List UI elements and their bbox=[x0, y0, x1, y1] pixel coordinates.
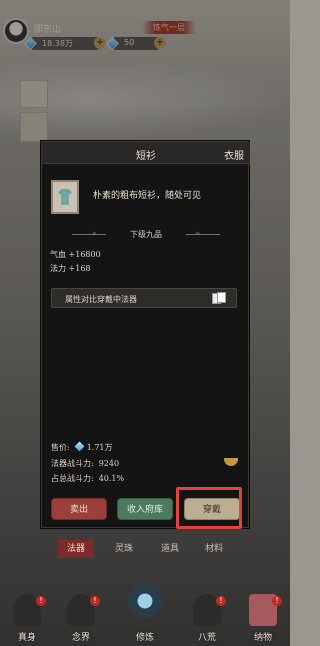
nav-cultivate[interactable]: 修炼 bbox=[110, 584, 180, 646]
divider bbox=[186, 234, 220, 235]
alert-badge: ! bbox=[272, 596, 282, 606]
price-label: 售价: bbox=[51, 443, 70, 452]
alert-badge: ! bbox=[90, 596, 100, 606]
nav-mind-realm[interactable]: ! 念界 bbox=[54, 590, 108, 646]
power-row: 法器战斗力: 9240 bbox=[51, 458, 119, 469]
tab-items[interactable]: 道具 bbox=[152, 540, 188, 558]
item-icon-frame bbox=[51, 180, 79, 214]
alert-badge: ! bbox=[36, 596, 46, 606]
compare-button[interactable]: 属性对比穿戴中法器 bbox=[51, 288, 237, 308]
sell-button[interactable]: 卖出 bbox=[51, 498, 107, 520]
nav-label: 修炼 bbox=[135, 633, 154, 643]
item-grade: « 下级九品 » bbox=[62, 228, 230, 241]
item-description: 朴素的粗布短衫，随处可见 bbox=[93, 191, 202, 201]
nav-label: 真身 bbox=[17, 633, 36, 643]
nav-inventory[interactable]: ! 纳物 bbox=[236, 590, 290, 646]
shirt-icon bbox=[58, 189, 72, 205]
power-value: 9240 bbox=[98, 459, 120, 468]
compare-cards-icon bbox=[212, 292, 226, 305]
inventory-tabs: 法器 灵珠 道具 材料 bbox=[52, 540, 242, 558]
stat-hp: 气血 +16800 bbox=[50, 250, 101, 259]
share-label: 占总战斗力: bbox=[51, 474, 94, 483]
tab-equipment[interactable]: 法器 bbox=[58, 540, 94, 558]
tab-orbs[interactable]: 灵珠 bbox=[106, 540, 142, 558]
item-detail-dialog: 短衫 衣服 朴素的粗布短衫，随处可见 « 下级九品 » 气血 +16800 法力… bbox=[41, 141, 250, 528]
nav-wilds[interactable]: ! 八荒 bbox=[180, 590, 234, 646]
nav-label: 纳物 bbox=[253, 633, 272, 643]
cultivation-orb-icon bbox=[128, 584, 162, 618]
item-category: 衣服 bbox=[224, 151, 244, 162]
item-name: 短衫 bbox=[136, 151, 156, 162]
tab-materials[interactable]: 材料 bbox=[196, 540, 232, 558]
wear-button-highlight bbox=[176, 487, 242, 529]
dialog-title-bar: 短衫 衣服 bbox=[42, 142, 250, 164]
stat-mana: 法力 +168 bbox=[50, 264, 91, 273]
share-value: 40.1% bbox=[98, 474, 125, 483]
share-row: 占总战斗力: 40.1% bbox=[51, 473, 124, 484]
price-row: 售价: 1.71万 bbox=[51, 441, 113, 453]
bottom-nav: ! 真身 ! 念界 修炼 ! 八荒 ! 纳物 bbox=[0, 584, 290, 646]
gold-ingot-icon bbox=[224, 458, 238, 466]
nav-body[interactable]: ! 真身 bbox=[0, 590, 54, 646]
compare-label: 属性对比穿戴中法器 bbox=[65, 295, 137, 304]
alert-badge: ! bbox=[216, 596, 226, 606]
spirit-stone-icon bbox=[74, 441, 85, 452]
nav-label: 八荒 bbox=[197, 633, 216, 643]
store-button[interactable]: 收入府库 bbox=[117, 498, 173, 520]
nav-label: 念界 bbox=[71, 633, 90, 643]
price-value: 1.71万 bbox=[86, 443, 113, 452]
power-label: 法器战斗力: bbox=[51, 459, 94, 468]
